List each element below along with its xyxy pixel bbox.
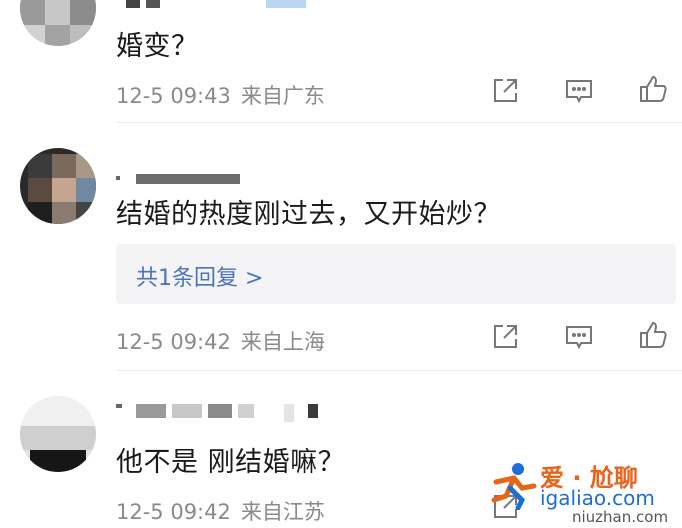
reply-thread-box[interactable]: 共1条回复 > — [116, 244, 676, 304]
thumbs-up-icon — [640, 75, 667, 102]
share-button[interactable] — [490, 76, 520, 106]
comment-item: 婚变？ 12-5 09:43 来自广东 — [0, 0, 682, 122]
comment-meta: 12-5 09:42 来自江苏 — [116, 496, 335, 526]
comment-icon — [566, 80, 592, 104]
comment-date: 12-5 09:42 — [116, 500, 231, 524]
like-button[interactable] — [638, 320, 668, 350]
watermark: 爱 · 尬聊 igaliao.com niuzhan.com — [482, 458, 682, 528]
thumbs-up-icon — [640, 321, 667, 348]
reply-button[interactable] — [564, 322, 594, 352]
avatar[interactable] — [20, 148, 96, 224]
comment-icon — [566, 326, 592, 350]
comment-date: 12-5 09:43 — [116, 84, 231, 108]
comment-location: 来自广东 — [240, 84, 325, 108]
watermark-domain: igaliao.com — [540, 486, 655, 510]
share-icon — [494, 79, 517, 102]
comment-meta: 12-5 09:42 来自上海 — [116, 326, 335, 356]
like-button[interactable] — [638, 74, 668, 104]
share-button[interactable] — [490, 322, 520, 352]
reply-button[interactable] — [564, 76, 594, 106]
avatar[interactable] — [20, 396, 96, 472]
comment-item: 结婚的热度刚过去，又开始炒？ 共1条回复 > 12-5 09:42 来自上海 — [0, 122, 682, 370]
view-replies-link[interactable]: 共1条回复 > — [136, 260, 263, 292]
comment-text: 他不是 刚结婚嘛？ — [116, 447, 346, 478]
comment-location: 来自江苏 — [240, 500, 325, 524]
share-icon — [494, 325, 517, 348]
comment-text: 婚变？ — [116, 31, 199, 62]
runner-logo-icon — [491, 463, 537, 510]
comment-date: 12-5 09:42 — [116, 330, 231, 354]
watermark-source: niuzhan.com — [572, 508, 669, 526]
avatar[interactable] — [20, 0, 96, 46]
comment-text: 结婚的热度刚过去，又开始炒？ — [116, 199, 501, 230]
comment-meta: 12-5 09:43 来自广东 — [116, 80, 335, 110]
comment-location: 来自上海 — [240, 330, 325, 354]
